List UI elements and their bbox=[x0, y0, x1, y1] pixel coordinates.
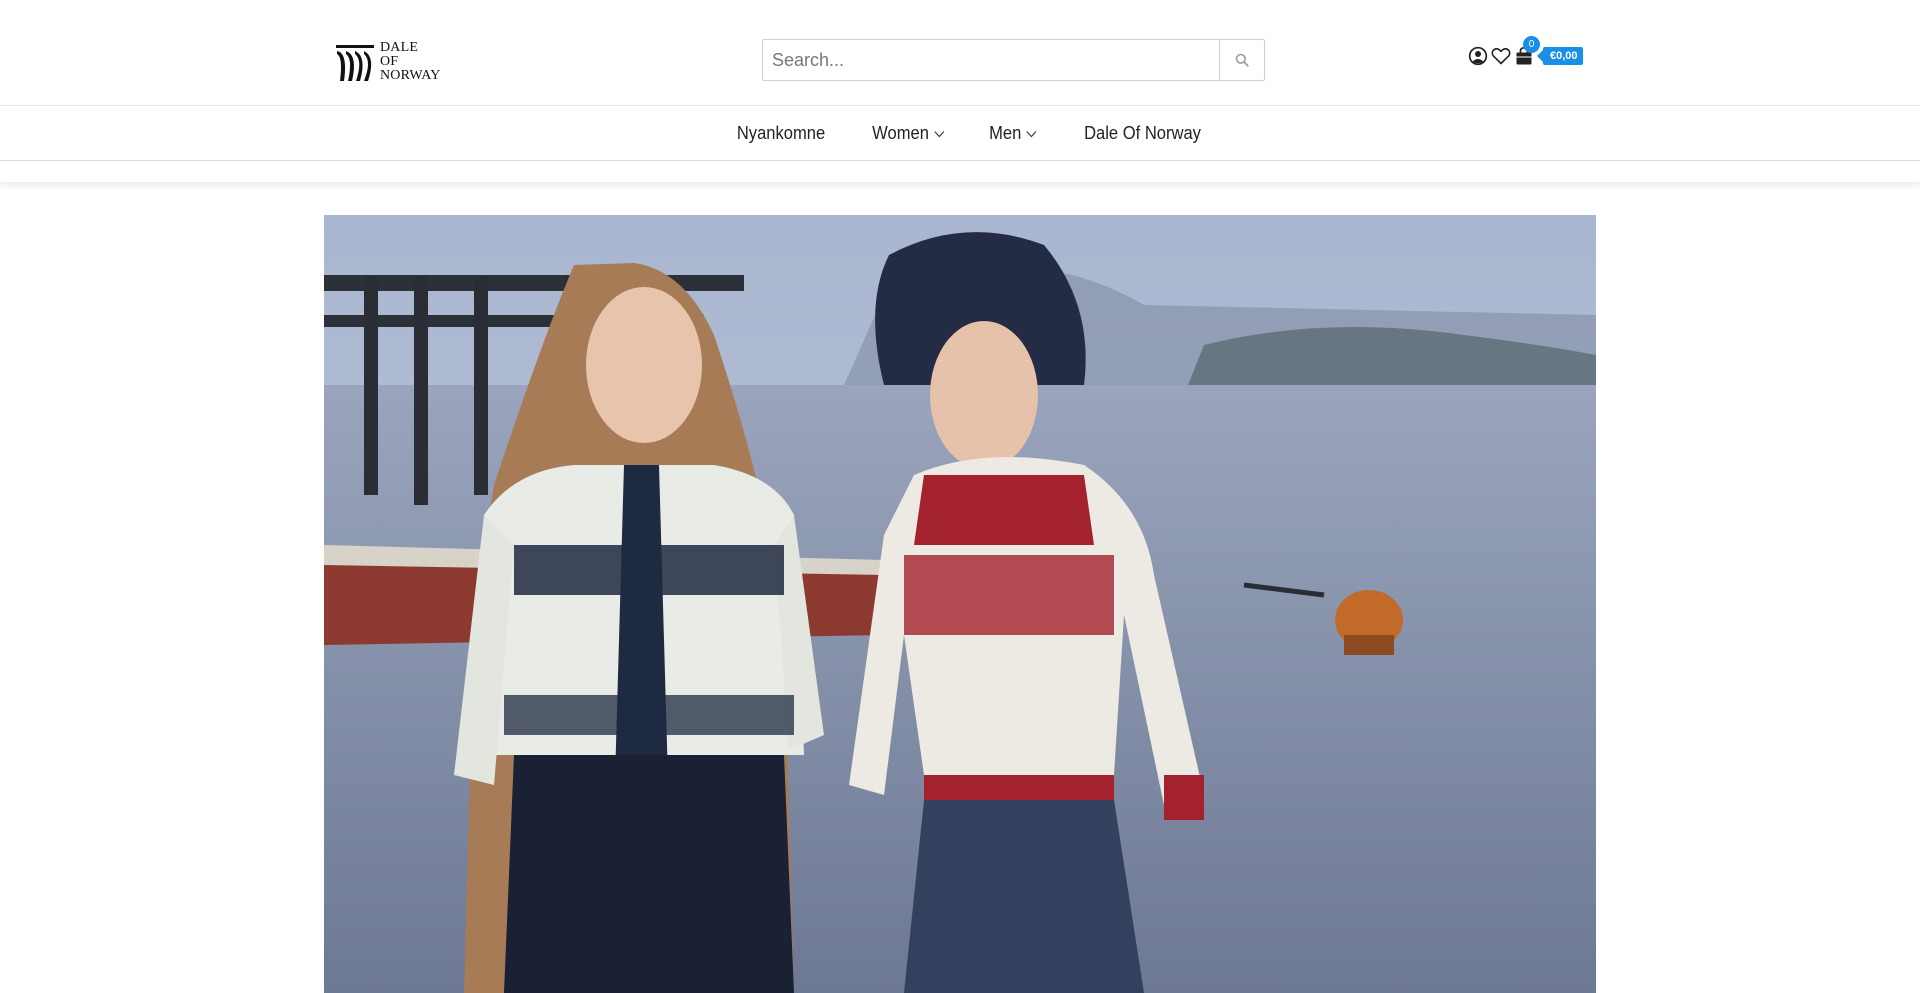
nav-item-nyankomne[interactable]: Nyankomne bbox=[736, 123, 824, 144]
hero-photo-illustration bbox=[324, 215, 1596, 993]
user-circle-icon bbox=[1468, 46, 1488, 66]
cart-button[interactable]: 0 bbox=[1513, 36, 1540, 67]
nav-item-dale-of-norway[interactable]: Dale Of Norway bbox=[1084, 123, 1201, 144]
header-icons: 0 €0,00 bbox=[1467, 36, 1583, 68]
site-header: DALE OF NORWAY Search... 0 €0,00 bbox=[0, 0, 1920, 106]
logo-line-3: NORWAY bbox=[380, 68, 441, 83]
dale-of-norway-logo-icon bbox=[336, 45, 374, 81]
header-shadow-divider bbox=[0, 162, 1920, 182]
nav-item-label: Dale Of Norway bbox=[1084, 123, 1202, 143]
account-button[interactable] bbox=[1467, 45, 1489, 67]
logo-wordmark: DALE OF NORWAY bbox=[380, 41, 441, 83]
nav-item-men[interactable]: Men bbox=[989, 123, 1037, 144]
logo-line-2: OF bbox=[380, 54, 399, 69]
wishlist-button[interactable] bbox=[1490, 45, 1512, 67]
main-navigation: Nyankomne Women Men Dale Of Norway bbox=[0, 107, 1920, 161]
nav-menu: Nyankomne Women Men Dale Of Norway bbox=[713, 123, 1227, 144]
site-logo[interactable]: DALE OF NORWAY bbox=[334, 40, 446, 84]
nav-item-women[interactable]: Women bbox=[872, 123, 944, 144]
nav-item-label: Nyankomne bbox=[736, 123, 825, 143]
nav-item-label: Men bbox=[989, 123, 1022, 143]
search-input[interactable] bbox=[763, 40, 1219, 80]
chevron-down-icon bbox=[1026, 130, 1037, 137]
nav-item-label: Women bbox=[871, 123, 929, 143]
search-icon bbox=[1235, 53, 1249, 67]
cart-total-badge[interactable]: €0,00 bbox=[1537, 47, 1583, 65]
hero-banner-image[interactable] bbox=[324, 215, 1596, 993]
logo-line-1: DALE bbox=[380, 40, 419, 55]
chevron-down-icon bbox=[933, 130, 944, 137]
heart-icon bbox=[1491, 47, 1511, 65]
search-bar bbox=[762, 39, 1265, 81]
search-button[interactable] bbox=[1219, 40, 1264, 80]
